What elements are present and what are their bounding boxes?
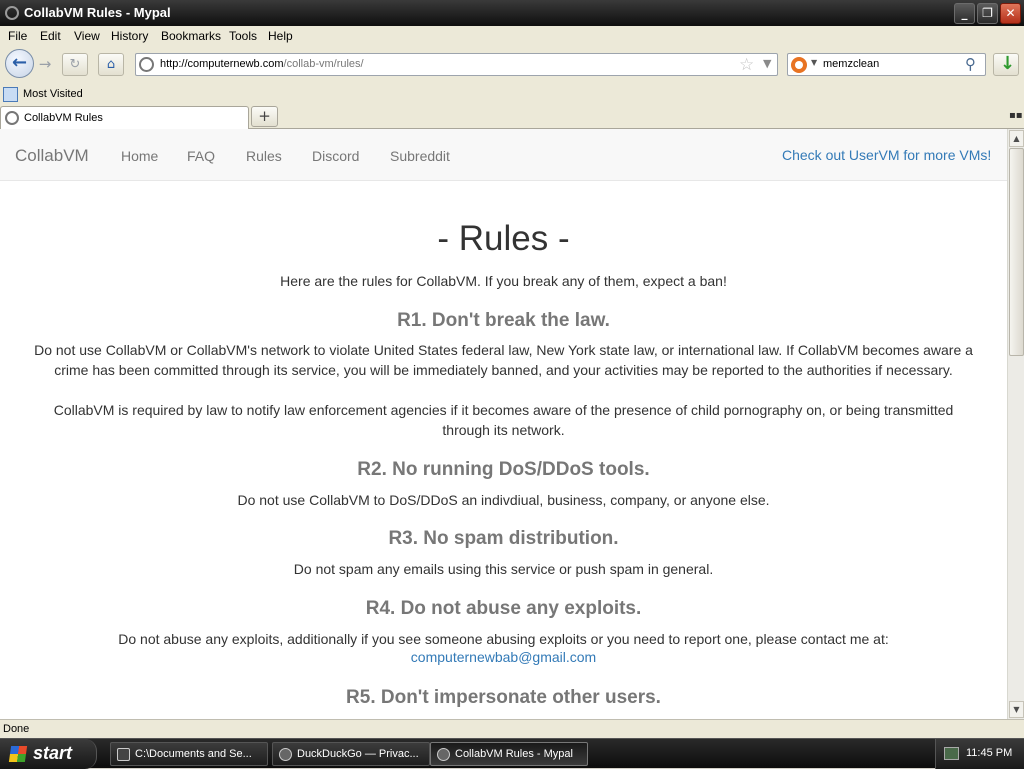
intro-text: Here are the rules for CollabVM. If you … bbox=[280, 273, 727, 289]
page-title: - Rules - bbox=[437, 219, 570, 258]
back-button[interactable] bbox=[5, 49, 34, 78]
menu-edit[interactable]: Edit bbox=[40, 29, 61, 43]
menu-bookmarks[interactable]: Bookmarks bbox=[161, 29, 221, 43]
rule-1-paragraph-1: Do not use CollabVM or CollabVM's networ… bbox=[34, 342, 973, 378]
tab-list-icon[interactable]: ▪▪ bbox=[1009, 110, 1023, 121]
magnifier-icon[interactable]: ⚲ bbox=[965, 55, 976, 73]
rule-3-title: R3. No spam distribution. bbox=[388, 528, 619, 549]
bookmark-star-icon[interactable]: ☆ bbox=[739, 55, 754, 75]
tab-favicon-icon bbox=[5, 111, 19, 125]
search-engine-icon[interactable] bbox=[791, 57, 807, 73]
rule-1-title: R1. Don't break the law. bbox=[397, 310, 610, 331]
url-history-dropdown-icon[interactable]: ▼ bbox=[763, 57, 771, 70]
rule-3-paragraph: Do not spam any emails using this servic… bbox=[293, 561, 714, 577]
home-button[interactable]: ⌂ bbox=[98, 53, 124, 76]
taskbar-item-duckduckgo[interactable]: DuckDuckGo — Privac... bbox=[272, 742, 430, 766]
menu-view[interactable]: View bbox=[74, 29, 100, 43]
bookmarks-toolbar: Most Visited bbox=[0, 84, 1024, 106]
tab-label: CollabVM Rules bbox=[24, 112, 103, 124]
rule-2-title: R2. No running DoS/DDoS tools. bbox=[357, 459, 650, 480]
url-path: /collab-vm/rules/ bbox=[283, 58, 364, 70]
scroll-down-arrow-icon[interactable]: ▼ bbox=[1009, 701, 1024, 718]
url-host: http://computernewb.com bbox=[160, 58, 284, 70]
engine-dropdown-icon[interactable]: ▼ bbox=[811, 58, 817, 67]
status-bar: Done bbox=[0, 719, 1024, 738]
menu-file[interactable]: File bbox=[8, 29, 27, 43]
site-identity-icon[interactable] bbox=[139, 57, 154, 72]
browser-icon bbox=[279, 748, 292, 761]
site-brand[interactable]: CollabVM bbox=[15, 146, 89, 166]
most-visited-bookmark[interactable]: Most Visited bbox=[23, 88, 83, 100]
site-navbar: CollabVM Home FAQ Rules Discord Subreddi… bbox=[0, 129, 1007, 181]
browser-icon bbox=[437, 748, 450, 761]
rule-2-paragraph: Do not use CollabVM to DoS/DDoS an indiv… bbox=[237, 492, 770, 508]
url-text: http://computernewb.com/collab-vm/rules/ bbox=[160, 58, 364, 70]
nav-faq[interactable]: FAQ bbox=[187, 148, 215, 164]
uservm-link[interactable]: Check out UserVM for more VMs! bbox=[782, 147, 991, 163]
rule-5-title: R5. Don't impersonate other users. bbox=[346, 687, 661, 708]
network-tray-icon[interactable] bbox=[944, 747, 959, 760]
search-input[interactable]: memzclean bbox=[823, 58, 879, 70]
new-tab-button[interactable]: + bbox=[251, 106, 278, 127]
taskbar-item-label: CollabVM Rules - Mypal bbox=[455, 748, 573, 760]
system-tray: 11:45 PM bbox=[935, 739, 1024, 769]
windows-taskbar: start C:\Documents and Se... DuckDuckGo … bbox=[0, 738, 1024, 769]
taskbar-item-label: DuckDuckGo — Privac... bbox=[297, 748, 419, 760]
taskbar-item-explorer[interactable]: C:\Documents and Se... bbox=[110, 742, 268, 766]
nav-home[interactable]: Home bbox=[121, 148, 158, 164]
clock[interactable]: 11:45 PM bbox=[966, 747, 1012, 759]
mypal-app-icon bbox=[5, 6, 19, 20]
menu-help[interactable]: Help bbox=[268, 29, 293, 43]
search-bar[interactable]: ▼ memzclean ⚲ bbox=[787, 53, 986, 76]
tab-collabvm-rules[interactable]: CollabVM Rules bbox=[0, 106, 249, 129]
seven-zip-icon bbox=[117, 748, 130, 761]
menu-tools[interactable]: Tools bbox=[229, 29, 257, 43]
window-title: CollabVM Rules - Mypal bbox=[24, 5, 171, 20]
scroll-up-arrow-icon[interactable]: ▲ bbox=[1009, 130, 1024, 147]
start-button[interactable]: start bbox=[0, 739, 97, 769]
taskbar-item-collabvm[interactable]: CollabVM Rules - Mypal bbox=[430, 742, 588, 766]
tab-bar: CollabVM Rules + ▪▪ bbox=[0, 106, 1024, 129]
contact-email-link[interactable]: computernewbab@gmail.com bbox=[0, 649, 1007, 665]
close-button[interactable]: ✕ bbox=[1000, 3, 1021, 24]
nav-subreddit[interactable]: Subreddit bbox=[390, 148, 450, 164]
scrollbar-thumb[interactable] bbox=[1009, 148, 1024, 356]
most-visited-folder-icon bbox=[3, 87, 18, 102]
minimize-button[interactable]: _ bbox=[954, 3, 975, 24]
forward-arrow-icon[interactable]: → bbox=[35, 55, 55, 73]
download-button[interactable] bbox=[993, 53, 1019, 76]
nav-rules[interactable]: Rules bbox=[246, 148, 282, 164]
rule-4-paragraph: Do not abuse any exploits, additionally … bbox=[118, 631, 889, 647]
page-content: CollabVM Home FAQ Rules Discord Subreddi… bbox=[0, 129, 1007, 719]
address-bar[interactable]: http://computernewb.com/collab-vm/rules/… bbox=[135, 53, 778, 76]
start-label: start bbox=[33, 743, 73, 763]
rule-1-paragraph-2: CollabVM is required by law to notify la… bbox=[53, 402, 954, 438]
reload-button[interactable]: ↻ bbox=[62, 53, 88, 76]
menu-history[interactable]: History bbox=[111, 29, 148, 43]
nav-discord[interactable]: Discord bbox=[312, 148, 359, 164]
status-text: Done bbox=[3, 723, 30, 735]
windows-flag-icon bbox=[8, 746, 28, 762]
taskbar-item-label: C:\Documents and Se... bbox=[135, 748, 252, 760]
menu-bar: File Edit View History Bookmarks Tools H… bbox=[0, 26, 1024, 46]
vertical-scrollbar[interactable]: ▲ ▼ bbox=[1007, 129, 1024, 719]
maximize-button[interactable]: ❐ bbox=[977, 3, 998, 24]
window-title-bar: CollabVM Rules - Mypal _ ❐ ✕ bbox=[0, 0, 1024, 26]
rule-4-title: R4. Do not abuse any exploits. bbox=[365, 598, 642, 619]
